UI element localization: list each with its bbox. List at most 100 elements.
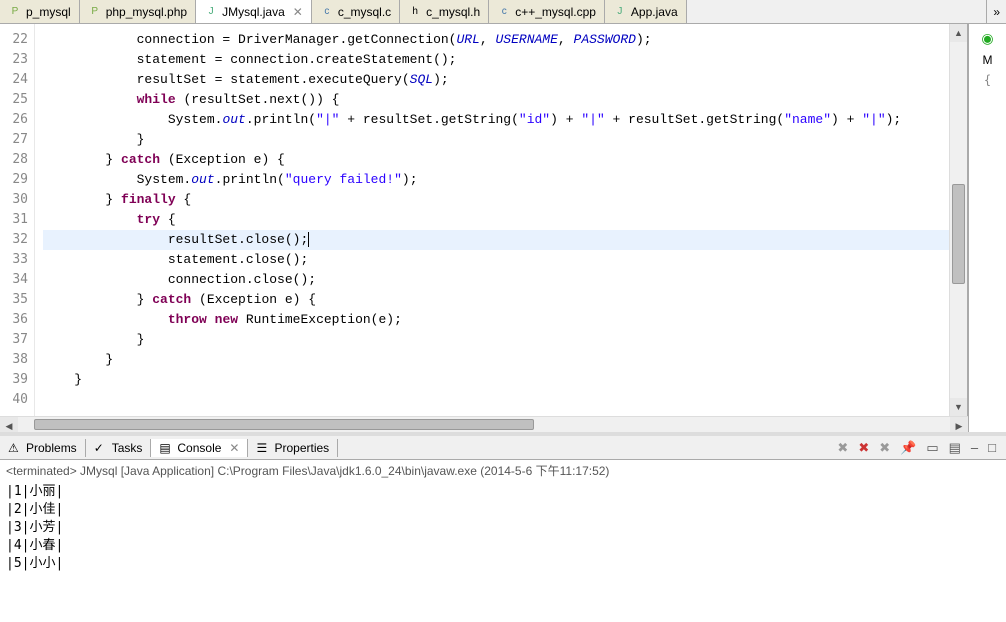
code-line[interactable]: while (resultSet.next()) { — [43, 90, 949, 110]
line-number: 33 — [0, 250, 28, 270]
h-file-icon: h — [408, 5, 422, 19]
console-icon: ▤ — [159, 441, 173, 455]
run-indicator-icon[interactable]: ◉ — [981, 30, 993, 47]
console-output[interactable]: |1|小丽||2|小佳||3|小芳||4|小春||5|小小| — [0, 481, 1006, 622]
editor-tab-p_mysql[interactable]: Pp_mysql — [0, 0, 80, 23]
horizontal-scrollbar[interactable]: ◀ ▶ — [0, 416, 968, 432]
code-line[interactable]: } catch (Exception e) { — [43, 150, 949, 170]
code-line[interactable]: } — [43, 330, 949, 350]
code-editor[interactable]: 22232425262728293031323334353637383940 c… — [0, 24, 968, 416]
code-line[interactable]: } catch (Exception e) { — [43, 290, 949, 310]
hscroll-thumb[interactable] — [34, 419, 534, 430]
tab-label: php_mysql.php — [106, 5, 187, 19]
line-number: 27 — [0, 130, 28, 150]
line-number: 24 — [0, 70, 28, 90]
remove-all-button[interactable]: ✖ — [856, 438, 871, 458]
scroll-right-arrow[interactable]: ▶ — [950, 417, 968, 432]
bottom-panel: ⚠ Problems ✓Tasks ▤ Console ✕ ☰ Properties ✖ ✖ … — [0, 432, 1006, 622]
code-line[interactable]: connection.close(); — [43, 270, 949, 290]
editor-tab-c_mysql-h[interactable]: h c_mysql.h — [400, 0, 489, 23]
code-line[interactable]: try { — [43, 210, 949, 230]
bottom-tab-properties[interactable]: ☰ Properties — [248, 439, 338, 457]
bottom-tab-label: Properties — [274, 441, 329, 455]
bottom-tab-console[interactable]: ▤ Console ✕ — [151, 439, 248, 457]
brace-icon: { — [984, 73, 991, 87]
tabs-chevron[interactable]: » — [986, 0, 1006, 23]
line-number: 39 — [0, 370, 28, 390]
code-line[interactable]: connection = DriverManager.getConnection… — [43, 30, 949, 50]
java-file-icon: J — [204, 5, 218, 19]
maximize-button[interactable]: □ — [986, 438, 998, 458]
editor-tab-c-_mysql-cpp[interactable]: c c++_mysql.cpp — [489, 0, 605, 23]
bottom-tabs-bar: ⚠ Problems ✓Tasks ▤ Console ✕ ☰ Properties ✖ ✖ … — [0, 436, 1006, 460]
vscroll-thumb[interactable] — [952, 184, 965, 284]
line-number: 29 — [0, 170, 28, 190]
editor-tab-jmysql-java[interactable]: JJMysql.java✕ — [196, 0, 312, 23]
code-area[interactable]: connection = DriverManager.getConnection… — [35, 24, 949, 416]
tab-label: c_mysql.h — [426, 5, 480, 19]
code-line[interactable]: statement.close(); — [43, 250, 949, 270]
code-line[interactable]: System.out.println("|" + resultSet.getSt… — [43, 110, 949, 130]
c-file-icon: c — [497, 5, 511, 19]
line-number: 36 — [0, 310, 28, 330]
code-line[interactable]: resultSet = statement.executeQuery(SQL); — [43, 70, 949, 90]
code-line[interactable]: } finally { — [43, 190, 949, 210]
code-line[interactable]: System.out.println("query failed!"); — [43, 170, 949, 190]
editor-tab-php_mysql-php[interactable]: Pphp_mysql.php — [80, 0, 196, 23]
close-console-button[interactable]: ✖ — [877, 438, 892, 458]
right-tab-letter[interactable]: M — [983, 53, 993, 67]
line-number: 22 — [0, 30, 28, 50]
code-line[interactable]: } — [43, 350, 949, 370]
line-number: 32 — [0, 230, 28, 250]
close-tab-icon[interactable]: ✕ — [229, 441, 239, 455]
line-number: 23 — [0, 50, 28, 70]
bottom-tab-label: Problems — [26, 441, 77, 455]
scroll-down-arrow[interactable]: ▼ — [950, 398, 967, 416]
display-selected-button[interactable]: ▭ — [924, 438, 940, 458]
pin-console-button[interactable]: 📌 — [898, 438, 918, 458]
code-line[interactable]: } — [43, 370, 949, 390]
php-file-icon: P — [8, 5, 22, 19]
line-number: 31 — [0, 210, 28, 230]
problems-icon: ⚠ — [8, 441, 22, 455]
code-line[interactable]: } — [43, 130, 949, 150]
console-line: |3|小芳| — [6, 519, 1000, 537]
java-file-icon: J — [613, 5, 627, 19]
code-line[interactable]: resultSet.close(); — [43, 230, 949, 250]
console-line: |4|小春| — [6, 537, 1000, 555]
remove-terminated-button[interactable]: ✖ — [835, 438, 850, 458]
console-line: |5|小小| — [6, 555, 1000, 573]
close-tab-icon[interactable]: ✕ — [293, 5, 303, 19]
tab-label: c++_mysql.cpp — [515, 5, 596, 19]
c-file-icon: c — [320, 5, 334, 19]
editor-tab-c_mysql-c[interactable]: c c_mysql.c — [312, 0, 400, 23]
minimize-button[interactable]: – — [969, 438, 980, 458]
tab-label: c_mysql.c — [338, 5, 391, 19]
scroll-left-arrow[interactable]: ◀ — [0, 417, 18, 432]
line-gutter: 22232425262728293031323334353637383940 — [0, 24, 35, 416]
console-line: |1|小丽| — [6, 483, 1000, 501]
scroll-up-arrow[interactable]: ▲ — [950, 24, 967, 42]
line-number: 37 — [0, 330, 28, 350]
line-number: 28 — [0, 150, 28, 170]
line-number: 38 — [0, 350, 28, 370]
bottom-tab-tasks[interactable]: ✓Tasks — [86, 439, 152, 457]
bottom-tab-problems[interactable]: ⚠ Problems — [0, 439, 86, 457]
right-side-strip: ◉ M { — [968, 24, 1006, 432]
code-line[interactable] — [43, 390, 949, 410]
code-line[interactable]: statement = connection.createStatement()… — [43, 50, 949, 70]
line-number: 25 — [0, 90, 28, 110]
properties-icon: ☰ — [256, 441, 270, 455]
line-number: 34 — [0, 270, 28, 290]
editor-tab-app-java[interactable]: JApp.java — [605, 0, 687, 23]
code-line[interactable]: throw new RuntimeException(e); — [43, 310, 949, 330]
vertical-scrollbar[interactable]: ▲ ▼ — [949, 24, 967, 416]
line-number: 40 — [0, 390, 28, 410]
open-console-button[interactable]: ▤ — [947, 438, 963, 458]
bottom-tab-label: Console — [177, 441, 221, 455]
line-number: 30 — [0, 190, 28, 210]
tab-label: p_mysql — [26, 5, 71, 19]
bottom-tab-label: Tasks — [112, 441, 143, 455]
editor-tabs-bar: Pp_mysqlPphp_mysql.phpJJMysql.java✕cc_my… — [0, 0, 1006, 24]
console-toolbar: ✖ ✖ ✖ 📌 ▭ ▤ – □ — [827, 438, 1006, 458]
